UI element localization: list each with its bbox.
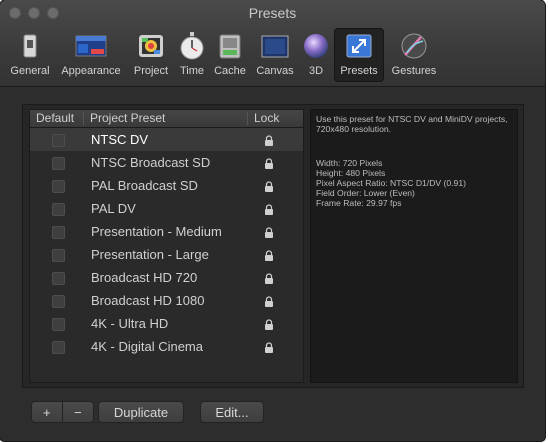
description-height: Height: 480 Pixels — [316, 168, 386, 178]
preset-name: PAL Broadcast SD — [91, 178, 198, 193]
toolbar-canvas[interactable]: Canvas — [252, 28, 298, 82]
table-row[interactable]: PAL Broadcast SD — [30, 174, 303, 197]
table-row[interactable]: NTSC Broadcast SD — [30, 151, 303, 174]
toolbar-presets[interactable]: Presets — [334, 28, 384, 82]
preset-name: NTSC DV — [91, 132, 149, 147]
add-preset-button[interactable]: + — [31, 401, 63, 423]
add-remove-control: + − — [31, 401, 94, 423]
lock-icon[interactable] — [264, 249, 274, 261]
canvas-icon — [260, 31, 290, 61]
table-row[interactable]: Broadcast HD 1080 — [30, 289, 303, 312]
default-checkbox[interactable] — [52, 180, 65, 193]
column-lock[interactable]: Lock — [254, 111, 279, 125]
column-default[interactable]: Default — [36, 111, 74, 125]
default-checkbox[interactable] — [52, 157, 65, 170]
preferences-toolbar: General Appearance Project Time Cache Ca… — [6, 28, 444, 84]
toolbar-general[interactable]: General — [6, 28, 54, 82]
default-checkbox[interactable] — [52, 318, 65, 331]
preset-name: Broadcast HD 1080 — [91, 293, 205, 308]
description-summary-line2: 720x480 resolution. — [316, 124, 392, 134]
default-checkbox[interactable] — [52, 134, 65, 147]
3d-sphere-icon — [301, 31, 331, 61]
preset-name: Presentation - Medium — [91, 224, 222, 239]
description-summary-line1: Use this preset for NTSC DV and MiniDV p… — [316, 114, 508, 124]
description-pixel-aspect: Pixel Aspect Ratio: NTSC D1/DV (0.91) — [316, 178, 466, 188]
toolbar-project[interactable]: Project — [128, 28, 174, 82]
default-checkbox[interactable] — [52, 295, 65, 308]
stopwatch-icon — [177, 31, 207, 61]
default-checkbox[interactable] — [52, 226, 65, 239]
table-row[interactable]: 4K - Digital Cinema — [30, 335, 303, 358]
preset-name: 4K - Digital Cinema — [91, 339, 203, 354]
window-title: Presets — [248, 5, 297, 21]
preset-name: Presentation - Large — [91, 247, 209, 262]
table-row[interactable]: NTSC DV — [30, 128, 303, 151]
table-row[interactable]: Presentation - Medium — [30, 220, 303, 243]
lock-icon[interactable] — [264, 226, 274, 238]
lock-icon[interactable] — [264, 272, 274, 284]
lock-icon[interactable] — [264, 180, 274, 192]
preset-name: 4K - Ultra HD — [91, 316, 169, 331]
preset-description: Use this preset for NTSC DV and MiniDV p… — [310, 109, 518, 383]
table-rows: NTSC DV NTSC Broadcast SD PAL Broadcast SD… — [30, 128, 303, 358]
table-row[interactable]: Broadcast HD 720 — [30, 266, 303, 289]
lock-icon[interactable] — [264, 341, 274, 353]
preset-name: Broadcast HD 720 — [91, 270, 198, 285]
presets-icon — [344, 31, 374, 61]
lock-icon[interactable] — [264, 134, 274, 146]
default-checkbox[interactable] — [52, 249, 65, 262]
appearance-icon — [74, 31, 108, 61]
toolbar-3d[interactable]: 3D — [300, 28, 332, 82]
gestures-icon — [399, 31, 429, 61]
remove-preset-button[interactable]: − — [62, 401, 94, 423]
table-row[interactable]: 4K - Ultra HD — [30, 312, 303, 335]
cache-icon — [215, 31, 245, 61]
preset-name: NTSC Broadcast SD — [91, 155, 211, 170]
description-field-order: Field Order: Lower (Even) — [316, 188, 415, 198]
lock-icon[interactable] — [264, 295, 274, 307]
duplicate-button[interactable]: Duplicate — [98, 401, 184, 423]
presets-table: Default Project Preset Lock NTSC DV NTSC … — [29, 109, 304, 383]
default-checkbox[interactable] — [52, 341, 65, 354]
presets-panel: Default Project Preset Lock NTSC DV NTSC … — [22, 104, 524, 388]
presets-window: Presets General Appearance Project Time … — [0, 0, 545, 441]
column-project-preset[interactable]: Project Preset — [90, 111, 165, 125]
lock-icon[interactable] — [264, 157, 274, 169]
description-frame-rate: Frame Rate: 29.97 fps — [316, 198, 402, 208]
table-header: Default Project Preset Lock — [30, 110, 303, 128]
toolbar-appearance[interactable]: Appearance — [56, 28, 126, 82]
table-row[interactable]: Presentation - Large — [30, 243, 303, 266]
project-icon — [136, 31, 166, 61]
description-width: Width: 720 Pixels — [316, 158, 383, 168]
lock-icon[interactable] — [264, 318, 274, 330]
default-checkbox[interactable] — [52, 203, 65, 216]
edit-button[interactable]: Edit... — [200, 401, 264, 423]
toolbar-gestures[interactable]: Gestures — [386, 28, 442, 82]
preset-name: PAL DV — [91, 201, 136, 216]
toolbar-cache[interactable]: Cache — [210, 28, 250, 82]
switch-icon — [15, 31, 45, 61]
table-row[interactable]: PAL DV — [30, 197, 303, 220]
toolbar-time[interactable]: Time — [176, 28, 208, 82]
lock-icon[interactable] — [264, 203, 274, 215]
title-bar: Presets General Appearance Project Time … — [0, 0, 545, 87]
default-checkbox[interactable] — [52, 272, 65, 285]
